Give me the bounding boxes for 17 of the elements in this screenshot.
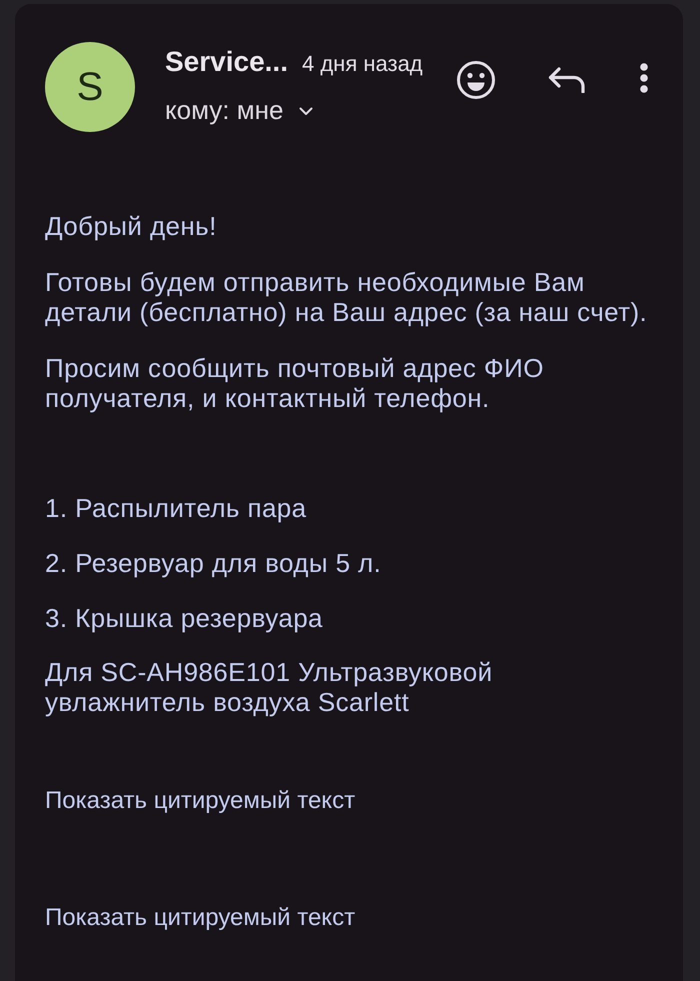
chevron-down-icon[interactable]	[299, 106, 314, 116]
more-options-icon[interactable]	[640, 63, 648, 93]
body-paragraph: Готовы будем отправить необходимые Вам детали (бесплатно) на Ваш адрес (за наш счет).	[45, 267, 648, 327]
sender-name: Service...	[165, 46, 288, 78]
smiley-icon[interactable]	[457, 61, 495, 99]
recipient-toggle[interactable]: кому: мне	[165, 95, 314, 125]
part-list-item: 2. Резервуар для воды 5 л.	[45, 548, 382, 578]
timestamp: 4 дня назад	[302, 50, 423, 78]
sender-avatar: S	[45, 42, 135, 132]
part-list-item: 3. Крышка резервуара	[45, 603, 323, 633]
show-quoted-text-link[interactable]: Показать цитируемый текст	[45, 904, 356, 932]
reply-icon[interactable]	[548, 67, 586, 93]
show-quoted-text-link[interactable]: Показать цитируемый текст	[45, 787, 356, 815]
product-note: Для SC-AH986E101 Ультразвуковой увлажнитель воздуха Scarlett	[45, 657, 492, 717]
body-paragraph: Просим сообщить почтовый адрес ФИО получателя, и контактный телефон.	[45, 353, 544, 413]
greeting-text: Добрый день!	[45, 211, 217, 241]
part-list-item: 1. Распылитель пара	[45, 493, 307, 523]
